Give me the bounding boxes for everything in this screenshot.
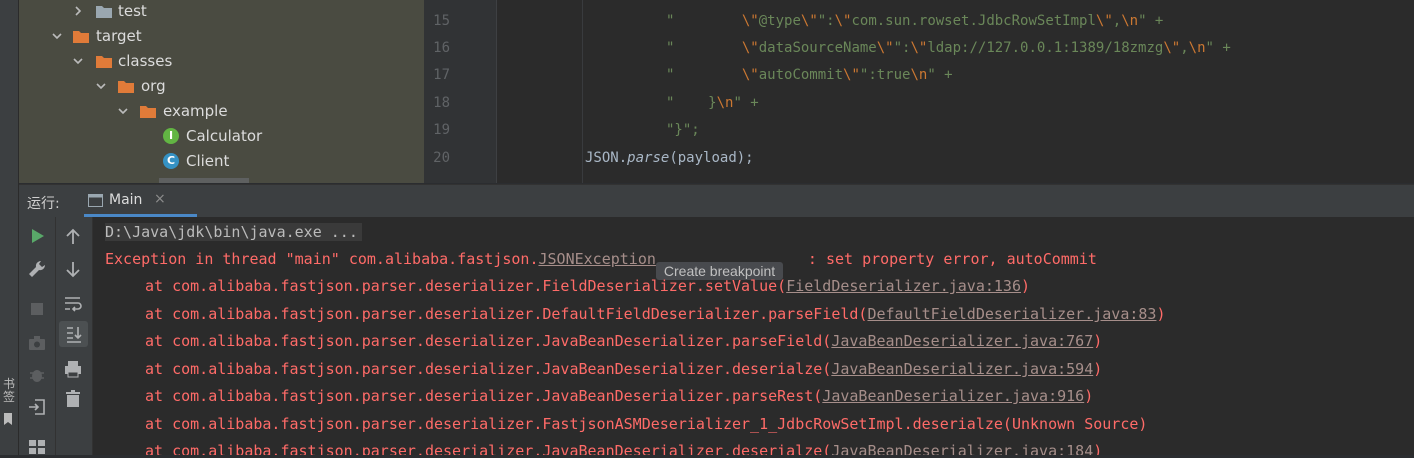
close-icon[interactable]: ×: [154, 191, 166, 207]
stack-trace-line: at com.alibaba.fastjson.parser.deseriali…: [145, 415, 1148, 433]
line-number: 17: [433, 67, 450, 83]
stack-source-link[interactable]: FieldDeserializer.java:136: [786, 277, 1021, 295]
class-icon: C: [163, 153, 179, 169]
line-number: 20: [433, 150, 450, 166]
console-command-line: D:\Java\jdk\bin\java.exe ...: [105, 223, 362, 241]
debug-icon: [30, 370, 44, 382]
line-number: 19: [433, 122, 450, 138]
tree-item-classes[interactable]: classes: [19, 50, 424, 75]
exception-class-link[interactable]: JSONException: [538, 250, 655, 268]
code-line: " \"dataSourceName\"":\"ldap://127.0.0.1…: [666, 40, 1231, 56]
scroll-to-end-toggle[interactable]: [59, 321, 88, 347]
tree-scrollbar[interactable]: [159, 178, 249, 183]
folder-icon: [140, 106, 156, 118]
run-toolbar-secondary: [56, 217, 93, 455]
stack-source-link[interactable]: JavaBeanDeserializer.java:916: [822, 387, 1084, 405]
stack-source-link[interactable]: JavaBeanDeserializer.java:767: [831, 332, 1093, 350]
stack-source-link[interactable]: DefaultFieldDeserializer.java:83: [867, 305, 1156, 323]
arrow-down-icon[interactable]: [62, 258, 84, 280]
stack-source-link[interactable]: JavaBeanDeserializer.java:184: [831, 442, 1093, 455]
bookmarks-tab[interactable]: 书签: [1, 378, 17, 404]
camera-icon: [29, 336, 45, 350]
stack-trace-line: at com.alibaba.fastjson.parser.deseriali…: [145, 277, 1031, 295]
chevron-down-icon[interactable]: [71, 54, 85, 68]
wrench-icon[interactable]: [26, 258, 48, 280]
stack-source-link[interactable]: JavaBeanDeserializer.java:594: [831, 360, 1093, 378]
stack-trace-line: at com.alibaba.fastjson.parser.deseriali…: [145, 442, 1102, 455]
tree-item-label: test: [118, 2, 147, 20]
stack-trace-line: at com.alibaba.fastjson.parser.deseriali…: [145, 332, 1103, 350]
tree-item-label: classes: [118, 52, 173, 70]
tree-item-calculator[interactable]: I Calculator: [19, 125, 424, 150]
print-icon[interactable]: [62, 358, 84, 380]
fold-divider: [496, 0, 497, 183]
folder-icon: [96, 56, 112, 68]
left-tool-strip: 书签: [0, 0, 19, 455]
tree-item-label: example: [163, 102, 228, 120]
chevron-down-icon[interactable]: [116, 104, 130, 118]
code-line: "}";: [666, 122, 700, 138]
stack-trace-line: at com.alibaba.fastjson.parser.deseriali…: [145, 305, 1166, 323]
run-toolbar-primary: [19, 217, 56, 455]
tree-item-client[interactable]: C Client: [19, 150, 424, 175]
tree-item-label: Client: [186, 152, 230, 170]
tree-item-label: org: [141, 77, 166, 95]
line-number: 18: [433, 95, 450, 111]
bookmark-icon[interactable]: [3, 413, 13, 425]
interface-icon: I: [163, 128, 179, 144]
tab-main[interactable]: Main ×: [84, 185, 197, 217]
line-number: 15: [433, 13, 450, 29]
tree-item-target[interactable]: target: [19, 25, 424, 50]
run-icon[interactable]: [26, 225, 48, 247]
indent-guide: [582, 0, 583, 183]
console-output[interactable]: D:\Java\jdk\bin\java.exe ... Exception i…: [93, 217, 1414, 455]
scroll-to-end-icon: [67, 327, 82, 343]
folder-icon: [96, 6, 112, 18]
exception-line: Exception in thread "main" com.alibaba.f…: [105, 250, 1097, 280]
stack-trace-line: at com.alibaba.fastjson.parser.deseriali…: [145, 387, 1094, 405]
tree-item-example[interactable]: example: [19, 100, 424, 125]
tab-main-label: Main: [109, 192, 143, 208]
code-line: JSON.parse(payload);: [585, 150, 754, 166]
chevron-right-icon[interactable]: [71, 4, 85, 18]
tree-item-label: target: [96, 27, 142, 45]
stop-icon: [31, 303, 43, 315]
tree-item-label: Calculator: [186, 127, 263, 145]
stack-trace-line: at com.alibaba.fastjson.parser.deseriali…: [145, 360, 1103, 378]
run-label: 运行:: [27, 196, 60, 212]
chevron-down-icon[interactable]: [94, 79, 108, 93]
folder-icon: [73, 31, 89, 43]
run-tool-window-header: 运行: Main ×: [19, 184, 1414, 218]
code-editor[interactable]: 15 16 17 18 19 20 " \"@type\"":\"com.sun…: [424, 0, 1414, 183]
login-icon[interactable]: [26, 396, 48, 418]
folder-icon: [118, 81, 134, 93]
chevron-down-icon[interactable]: [50, 29, 64, 43]
tree-item-test[interactable]: test: [19, 0, 424, 25]
code-line: " \"autoCommit\"":true\n" +: [666, 67, 953, 83]
tree-item-org[interactable]: org: [19, 75, 424, 100]
line-number: 16: [433, 40, 450, 56]
console-icon: [88, 194, 103, 207]
project-tree: test target classes org example I Calcul…: [19, 0, 424, 183]
trash-icon[interactable]: [62, 388, 84, 410]
soft-wrap-icon[interactable]: [62, 292, 84, 314]
arrow-up-icon[interactable]: [62, 226, 84, 248]
code-line: " \"@type\"":\"com.sun.rowset.JdbcRowSet…: [666, 13, 1164, 29]
code-line: " }\n" +: [666, 95, 759, 111]
